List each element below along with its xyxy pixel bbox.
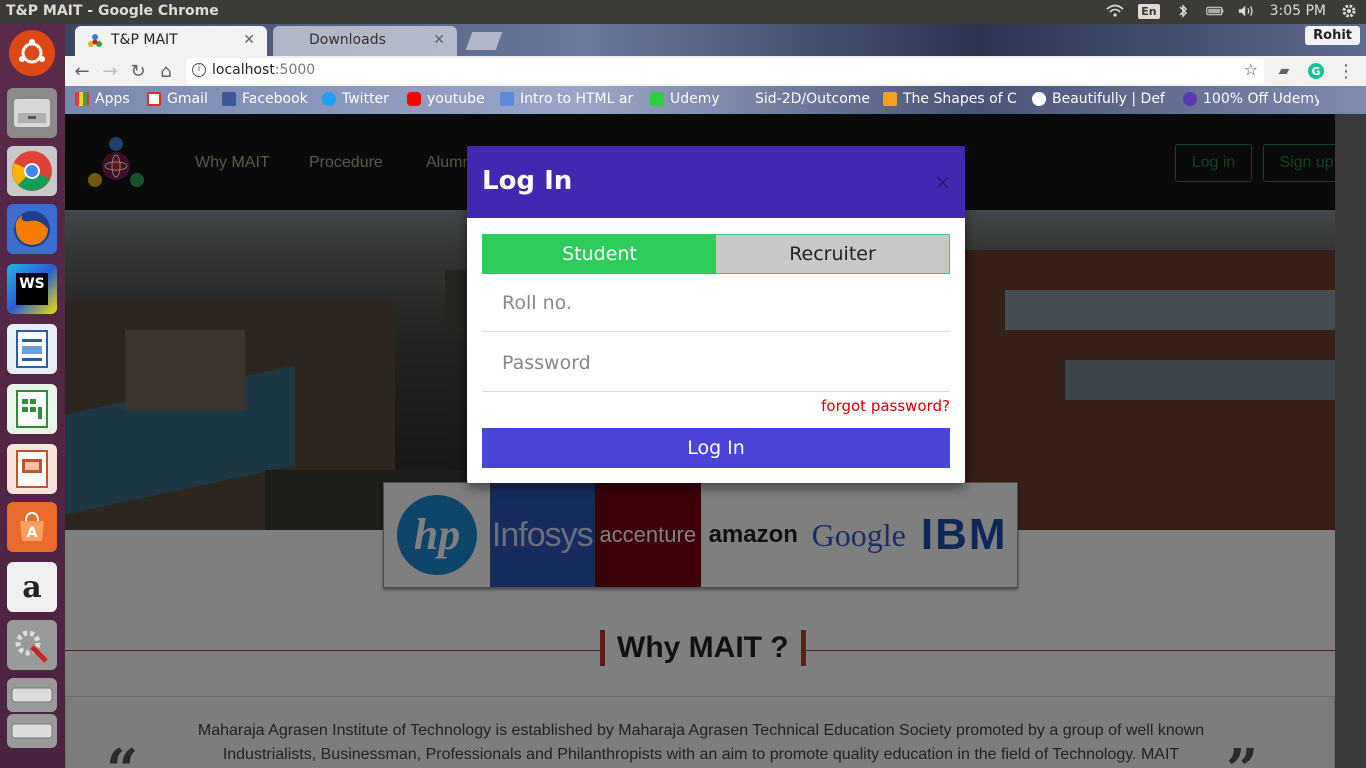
firefox-icon[interactable] — [7, 204, 57, 254]
new-tab-button[interactable] — [465, 32, 503, 50]
site-info-icon[interactable]: i — [192, 63, 206, 77]
url-host: localhost — [212, 62, 275, 78]
tab-tp-mait[interactable]: T&P MAIT ✕ — [75, 26, 267, 56]
unity-launcher: WS A a — [0, 24, 65, 768]
bookmark-intro-html[interactable]: Intro to HTML ar — [500, 91, 635, 107]
bookmark-shapes[interactable]: The Shapes of C — [883, 91, 1019, 107]
css-tricks-icon — [883, 92, 897, 106]
forgot-password-link[interactable]: forgot password? — [821, 397, 950, 415]
webstorm-icon[interactable]: WS — [7, 264, 57, 314]
tab-student[interactable]: Student — [483, 235, 716, 273]
browser-tabstrip: T&P MAIT ✕ Downloads ✕ Rohit — [65, 24, 1366, 56]
amazon-icon[interactable]: a — [7, 562, 57, 612]
facebook-icon — [222, 92, 236, 106]
login-submit-button[interactable]: Log In — [482, 428, 950, 468]
modal-title: Log In — [482, 166, 573, 196]
grammarly-icon[interactable]: G — [1305, 60, 1327, 82]
settings-gear-icon[interactable] — [1340, 3, 1358, 19]
bluetooth-icon[interactable] — [1174, 3, 1192, 19]
tab-recruiter[interactable]: Recruiter — [716, 235, 949, 273]
password-field — [482, 334, 950, 392]
page-viewport: Why MAIT Procedure Alumni Log in Sign up… — [65, 114, 1335, 768]
system-tray: En 3:05 PM — [1106, 3, 1358, 19]
tab-favicon-icon — [87, 33, 103, 53]
browser-toolbar: ← → ↻ ⌂ i localhost:5000 ☆ ▰ G ⋮ — [65, 56, 1366, 86]
roll-no-field — [482, 274, 950, 332]
menu-kebab-icon[interactable]: ⋮ — [1335, 60, 1357, 82]
bookmark-udemy[interactable]: Udemy — [650, 91, 720, 107]
password-input[interactable] — [482, 334, 950, 391]
forward-arrow-icon[interactable]: → — [99, 60, 121, 82]
apps-grid-icon — [75, 92, 89, 106]
bookmark-beautifully[interactable]: Beautifully | Def — [1032, 91, 1166, 107]
close-icon[interactable]: × — [934, 170, 951, 194]
back-arrow-icon[interactable]: ← — [71, 60, 93, 82]
webstorm-label: WS — [16, 273, 48, 305]
volume-icon[interactable] — [1238, 3, 1256, 19]
disk-drive-icon[interactable] — [7, 678, 57, 712]
system-settings-icon[interactable] — [7, 620, 57, 670]
role-tabs: Student Recruiter — [482, 234, 950, 274]
twitter-icon — [322, 92, 336, 106]
files-icon[interactable] — [7, 88, 57, 138]
wifi-icon[interactable] — [1106, 3, 1124, 19]
udacity-icon — [500, 92, 514, 106]
libreoffice-writer-icon[interactable] — [7, 324, 57, 374]
ubuntu-dash-icon[interactable] — [9, 30, 55, 76]
bookmark-facebook[interactable]: Facebook — [222, 91, 308, 107]
bookmark-sid-2d[interactable]: Sid-2D/Outcome — [735, 91, 871, 107]
bookmark-100-off-udemy[interactable]: 100% Off Udemy — [1183, 91, 1319, 107]
address-bar[interactable]: i localhost:5000 ☆ — [186, 58, 1264, 84]
cast-icon[interactable]: ▰ — [1273, 60, 1295, 82]
tab-downloads[interactable]: Downloads ✕ — [273, 26, 457, 56]
tab-close-icon[interactable]: ✕ — [243, 32, 255, 48]
tab-close-icon[interactable]: ✕ — [433, 32, 445, 48]
mdw-icon — [1032, 92, 1046, 106]
gmail-icon — [147, 92, 161, 106]
roll-no-input[interactable] — [482, 274, 950, 331]
youtube-icon — [407, 92, 421, 106]
amazon-label: a — [22, 569, 42, 605]
battery-icon[interactable] — [1205, 3, 1224, 19]
bookmark-youtube[interactable]: youtube — [407, 91, 485, 107]
udemy-icon — [650, 92, 664, 106]
github-icon — [735, 92, 749, 106]
page-scrollbar[interactable] — [1335, 114, 1366, 768]
clock[interactable]: 3:05 PM — [1270, 3, 1326, 19]
disk-drive-icon[interactable] — [7, 714, 57, 748]
tab-label: Downloads — [309, 32, 386, 48]
bookmark-gmail[interactable]: Gmail — [147, 91, 208, 107]
libreoffice-calc-icon[interactable] — [7, 384, 57, 434]
svg-text:A: A — [27, 525, 38, 541]
url-port: :5000 — [274, 62, 316, 78]
bookmark-twitter[interactable]: Twitter — [322, 91, 389, 107]
reload-icon[interactable]: ↻ — [127, 60, 149, 82]
login-modal: Log In × Student Recruiter forgot passwo… — [467, 146, 965, 483]
profile-badge[interactable]: Rohit — [1305, 26, 1360, 45]
home-icon[interactable]: ⌂ — [155, 60, 177, 82]
discount-icon — [1183, 92, 1197, 106]
modal-header: Log In × — [467, 146, 965, 218]
libreoffice-impress-icon[interactable] — [7, 444, 57, 494]
software-center-icon[interactable]: A — [7, 502, 57, 552]
bookmark-star-icon[interactable]: ☆ — [1244, 60, 1258, 79]
os-top-panel: T&P MAIT - Google Chrome En 3:05 PM — [0, 0, 1366, 24]
keyboard-lang-icon[interactable]: En — [1138, 3, 1160, 19]
chrome-icon[interactable] — [7, 146, 57, 196]
svg-text:G: G — [1311, 65, 1320, 78]
tab-label: T&P MAIT — [111, 32, 178, 48]
bookmark-apps[interactable]: Apps — [75, 91, 130, 107]
bookmarks-bar: Apps Gmail Facebook Twitter youtube Intr… — [65, 86, 1366, 114]
window-title: T&P MAIT - Google Chrome — [6, 3, 219, 19]
